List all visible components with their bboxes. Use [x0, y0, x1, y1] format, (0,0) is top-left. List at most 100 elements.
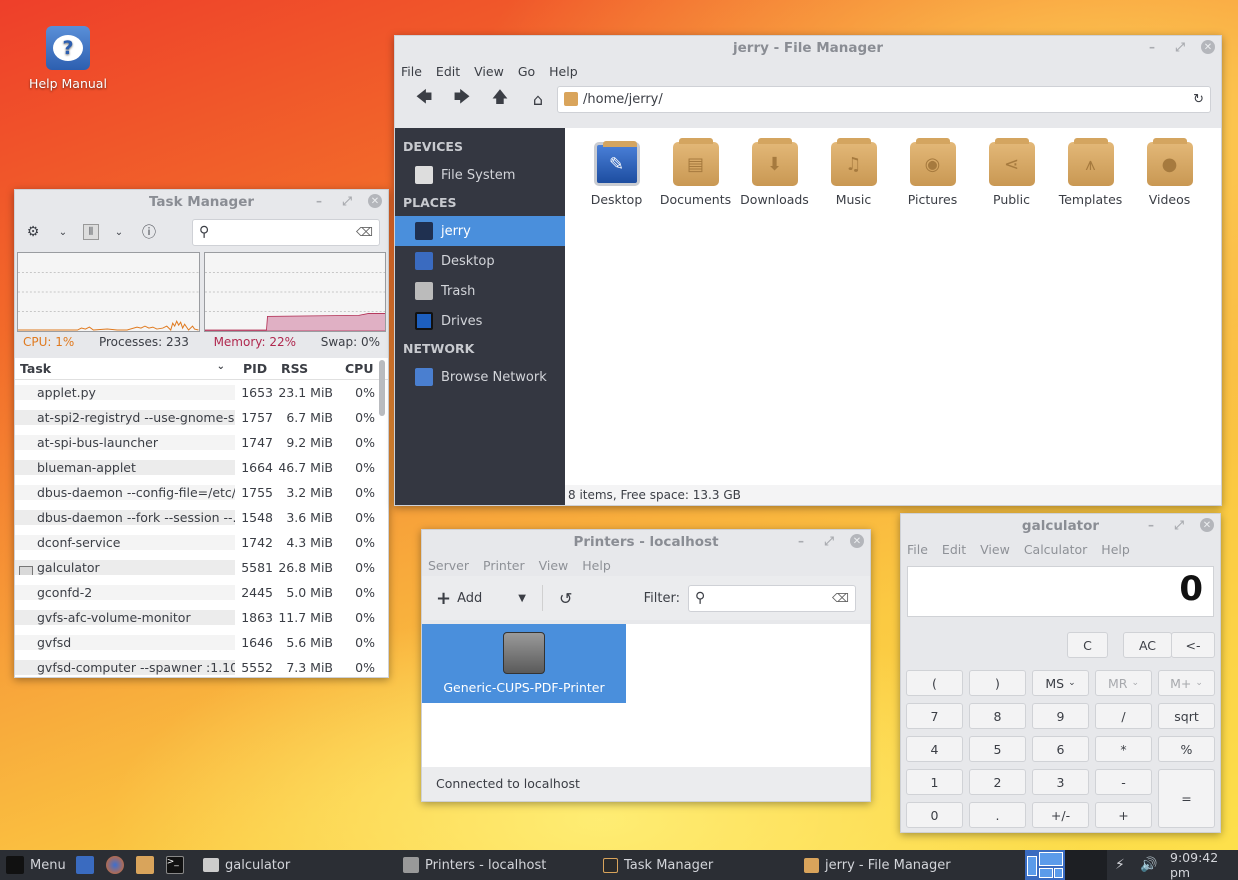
title-bar[interactable]: Task Manager – ⤢ ✕ — [15, 190, 388, 214]
menu-button[interactable]: Menu — [6, 856, 66, 874]
calc-button[interactable]: MR ⌄ — [1095, 670, 1152, 696]
up-icon[interactable]: 🡅 — [481, 86, 519, 113]
home-icon[interactable]: ⌂ — [519, 90, 557, 109]
location-bar[interactable]: /home/jerry/ ↻ — [557, 85, 1211, 113]
calc-button[interactable]: 4 — [906, 736, 963, 762]
calc-button[interactable]: sqrt — [1158, 703, 1215, 729]
maximize-button[interactable]: ⤢ — [340, 194, 354, 208]
calc-button[interactable]: AC — [1123, 632, 1172, 658]
dropdown-arrow-icon[interactable]: ▼ — [518, 593, 526, 604]
folder-item-templates[interactable]: ⩚ Templates — [1051, 138, 1130, 207]
taskbar-window-file-manager[interactable]: jerry - File Manager — [804, 857, 951, 873]
title-bar[interactable]: Printers - localhost – ⤢ ✕ — [422, 530, 870, 554]
table-row[interactable]: dbus-daemon --fork --session --... 1548 3.… — [15, 505, 388, 530]
close-button[interactable]: ✕ — [368, 194, 382, 208]
calc-button[interactable]: <- — [1171, 632, 1215, 658]
menu-edit[interactable]: Edit — [942, 542, 974, 557]
calc-button[interactable]: / — [1095, 703, 1152, 729]
title-bar[interactable]: galculator – ⤢ ✕ — [901, 514, 1220, 538]
menu-view[interactable]: View — [980, 542, 1018, 557]
calc-button[interactable]: 1 — [906, 769, 963, 795]
menu-calculator[interactable]: Calculator — [1024, 542, 1095, 557]
menu-printer[interactable]: Printer — [483, 558, 533, 573]
taskbar-window-galculator[interactable]: galculator — [203, 858, 290, 873]
minimize-button[interactable]: – — [1145, 40, 1159, 54]
gear-icon[interactable]: ⚙ — [23, 222, 43, 242]
menu-help[interactable]: Help — [549, 64, 586, 79]
calc-button[interactable]: ( — [906, 670, 963, 696]
folder-item-documents[interactable]: ▤ Documents — [656, 138, 735, 207]
calc-button[interactable]: + — [1095, 802, 1152, 828]
column-header-cpu[interactable]: CPU — [333, 361, 375, 376]
menu-edit[interactable]: Edit — [436, 64, 468, 79]
reload-icon[interactable]: ↻ — [1193, 92, 1204, 107]
table-row[interactable]: at-spi-bus-launcher 1747 9.2 MiB 0% — [15, 430, 388, 455]
desktop-icon-help-manual[interactable]: ? Help Manual — [22, 26, 114, 91]
file-manager-launcher-icon[interactable] — [135, 856, 154, 874]
chevron-down-icon[interactable]: ⌄ — [53, 222, 73, 242]
menu-help[interactable]: Help — [582, 558, 619, 573]
back-icon[interactable]: 🡄 — [405, 86, 443, 113]
forward-icon[interactable]: 🡆 — [443, 86, 481, 113]
column-header-rss[interactable]: RSS — [273, 361, 333, 376]
maximize-button[interactable]: ⤢ — [1173, 40, 1187, 54]
menu-view[interactable]: View — [474, 64, 512, 79]
calc-button[interactable]: 3 — [1032, 769, 1089, 795]
calc-button[interactable]: 7 — [906, 703, 963, 729]
folder-item-desktop[interactable]: ✎ Desktop — [577, 138, 656, 207]
menu-file[interactable]: File — [907, 542, 936, 557]
terminal-launcher-icon[interactable]: >_ — [165, 856, 184, 874]
calc-button[interactable]: 0 — [906, 802, 963, 828]
add-button[interactable]: + Add — [436, 588, 482, 609]
menu-help[interactable]: Help — [1101, 542, 1138, 557]
taskbar-window-printers[interactable]: Printers - localhost — [403, 857, 546, 873]
sidebar-item-file-system[interactable]: File System — [395, 160, 565, 190]
close-button[interactable]: ✕ — [850, 534, 864, 548]
table-row[interactable]: dbus-daemon --config-file=/etc/... 1755 3.… — [15, 480, 388, 505]
printer-list[interactable]: Generic-CUPS-PDF-Printer — [422, 624, 870, 769]
calc-button[interactable]: MS ⌄ — [1032, 670, 1089, 696]
columns-icon[interactable]: ⫼ — [83, 224, 99, 240]
calc-button[interactable]: . — [969, 802, 1026, 828]
table-row[interactable]: gvfsd 1646 5.6 MiB 0% — [15, 630, 388, 655]
clock[interactable]: 9:09:42 pm — [1170, 850, 1238, 880]
calc-button[interactable]: C — [1067, 632, 1108, 658]
sidebar-item-jerry[interactable]: jerry — [395, 216, 565, 246]
folder-item-public[interactable]: ⋖ Public — [972, 138, 1051, 207]
sidebar-item-desktop[interactable]: Desktop — [395, 246, 565, 276]
sidebar-item-drives[interactable]: Drives — [395, 306, 565, 336]
calc-button[interactable]: M+ ⌄ — [1158, 670, 1215, 696]
workspace-switcher[interactable] — [1025, 850, 1107, 880]
folder-item-downloads[interactable]: ⬇ Downloads — [735, 138, 814, 207]
table-row[interactable]: gconfd-2 2445 5.0 MiB 0% — [15, 580, 388, 605]
calc-button[interactable]: = — [1158, 769, 1215, 828]
menu-file[interactable]: File — [401, 64, 430, 79]
chevron-down-icon[interactable]: ⌄ — [109, 222, 129, 242]
table-row[interactable]: galculator 5581 26.8 MiB 0% — [15, 555, 388, 580]
table-row[interactable]: blueman-applet 1664 46.7 MiB 0% — [15, 455, 388, 480]
taskbar-window-task-manager[interactable]: Task Manager — [603, 857, 713, 873]
filter-input[interactable]: ⚲ ⌫ — [688, 584, 856, 612]
close-button[interactable]: ✕ — [1201, 40, 1215, 54]
table-row[interactable]: applet.py 1653 23.1 MiB 0% — [15, 380, 388, 405]
menu-view[interactable]: View — [539, 558, 577, 573]
calc-button[interactable]: 9 — [1032, 703, 1089, 729]
table-row[interactable]: gvfsd-computer --spawner :1.10... 5552 7.3… — [15, 655, 388, 680]
calc-button[interactable]: % — [1158, 736, 1215, 762]
menu-go[interactable]: Go — [518, 64, 543, 79]
refresh-icon[interactable]: ↺ — [559, 589, 572, 608]
clear-icon[interactable]: ⌫ — [356, 225, 373, 239]
calc-button[interactable]: - — [1095, 769, 1152, 795]
workspace-1[interactable] — [1025, 850, 1065, 880]
maximize-button[interactable]: ⤢ — [1172, 518, 1186, 532]
sidebar-item-trash[interactable]: Trash — [395, 276, 565, 306]
column-header-task[interactable]: Task ⌄ — [15, 361, 235, 376]
calc-button[interactable]: * — [1095, 736, 1152, 762]
calc-button[interactable]: 8 — [969, 703, 1026, 729]
process-table[interactable]: Task ⌄ PID RSS CPU applet.py 1653 23.1 MiB 0… — [15, 358, 388, 677]
maximize-button[interactable]: ⤢ — [822, 534, 836, 548]
calc-button[interactable]: 6 — [1032, 736, 1089, 762]
volume-icon[interactable]: 🔊 — [1140, 857, 1157, 873]
minimize-button[interactable]: – — [794, 534, 808, 548]
printer-item[interactable]: Generic-CUPS-PDF-Printer — [422, 624, 626, 703]
